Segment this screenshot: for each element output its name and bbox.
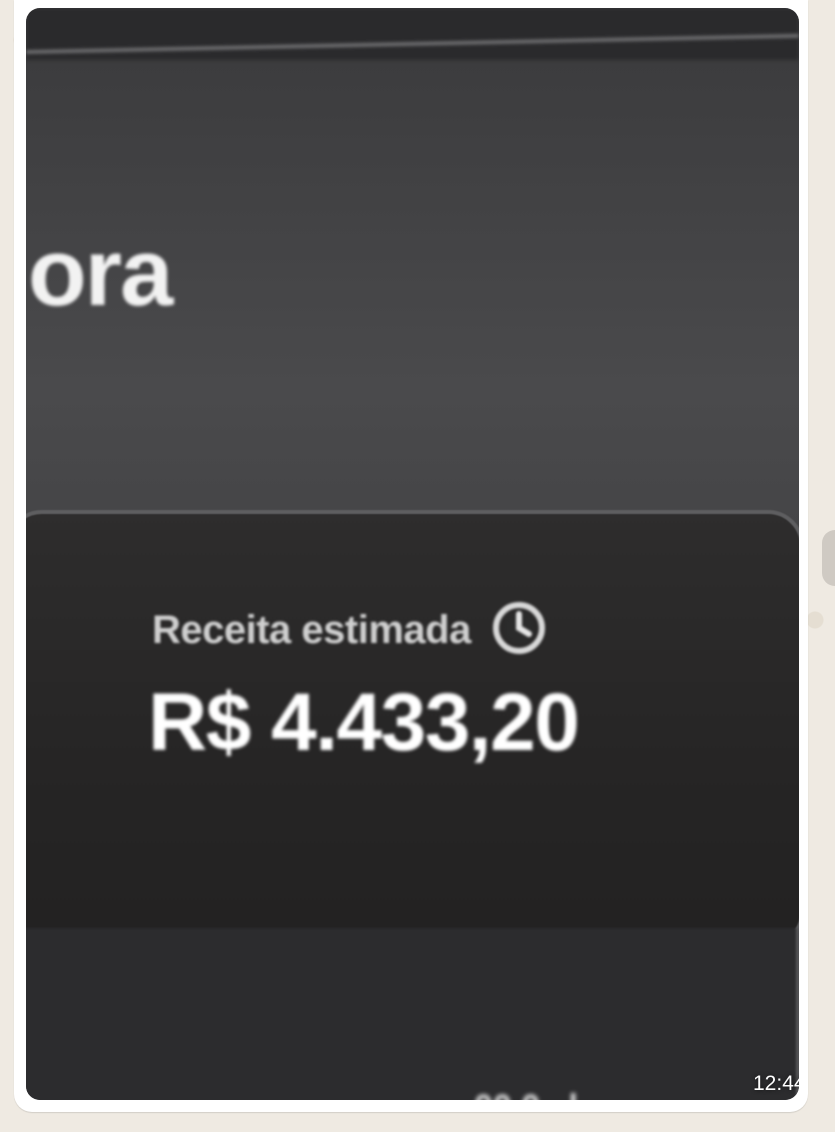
cropped-text-fragment: 00 0 . l	[474, 1088, 578, 1100]
card-lower-section	[26, 928, 799, 1100]
revenue-label-row: Receita estimada	[152, 600, 547, 661]
photo-top-band	[26, 8, 799, 60]
message-timestamp: 12:44	[753, 1072, 799, 1095]
revenue-label: Receita estimada	[152, 608, 471, 652]
scroll-handle[interactable]	[822, 530, 835, 586]
clock-icon	[491, 600, 547, 661]
revenue-value: R$ 4.433,20	[148, 677, 580, 768]
message-photo[interactable]: ora Receita estimada R$ 4.433,20 00 0 . …	[26, 8, 799, 1100]
page-heading-fragment: ora	[28, 219, 173, 326]
